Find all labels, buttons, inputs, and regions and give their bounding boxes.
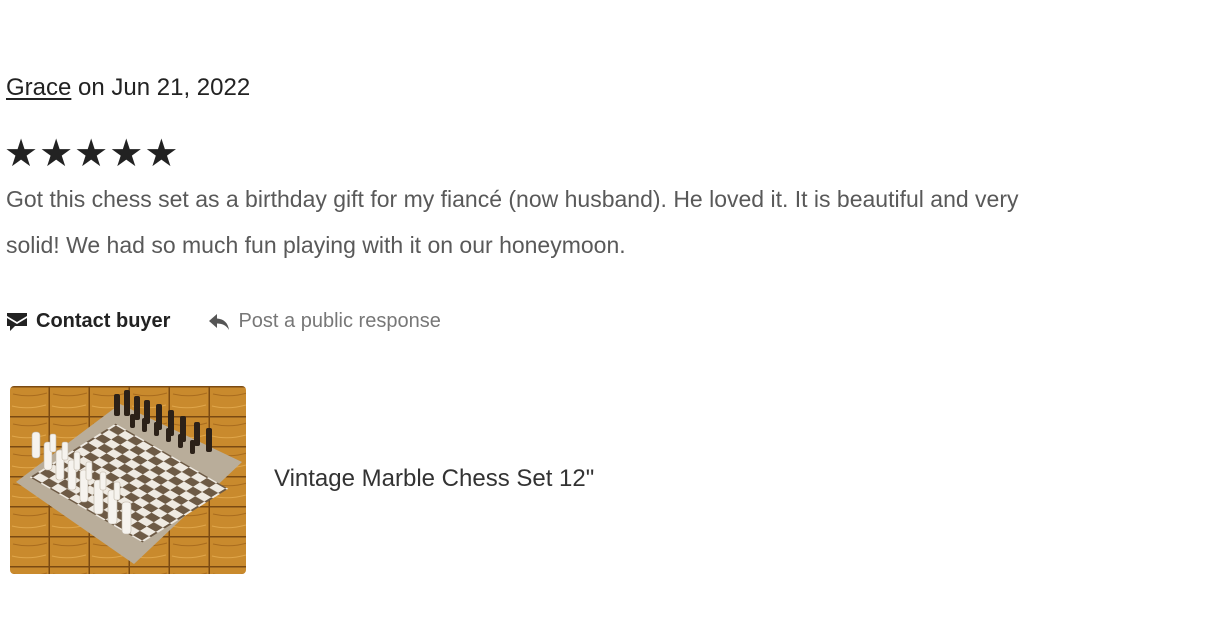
review-page: Grace on Jun 21, 2022 ★ ★ ★ ★ ★ Got this… — [0, 0, 1222, 640]
review-text-line: solid! We had so much fun playing with i… — [6, 232, 626, 258]
review-date: on Jun 21, 2022 — [71, 74, 251, 101]
star-icon: ★ — [109, 133, 144, 175]
star-icon: ★ — [39, 133, 74, 175]
reply-icon — [208, 313, 230, 331]
review-actions: Contact buyer Post a public response — [6, 310, 441, 333]
contact-buyer-button[interactable]: Contact buyer — [6, 310, 170, 333]
review-text-line: Got this chess set as a birthday gift fo… — [6, 186, 1019, 212]
reviewer-name-link[interactable]: Grace — [6, 74, 71, 101]
reviewed-product-link[interactable]: Vintage Marble Chess Set 12" — [10, 386, 594, 574]
message-icon — [6, 312, 28, 332]
chess-set-thumbnail[interactable] — [10, 386, 246, 574]
star-icon: ★ — [144, 133, 179, 175]
post-public-response-button[interactable]: Post a public response — [208, 310, 441, 333]
star-icon: ★ — [4, 133, 39, 175]
review-meta: Grace on Jun 21, 2022 — [6, 74, 250, 102]
post-public-response-label: Post a public response — [238, 310, 441, 332]
product-title[interactable]: Vintage Marble Chess Set 12" — [274, 465, 594, 493]
star-rating: ★ ★ ★ ★ ★ — [4, 134, 178, 174]
star-icon: ★ — [74, 133, 109, 175]
contact-buyer-label: Contact buyer — [36, 310, 171, 332]
review-text: Got this chess set as a birthday gift fo… — [6, 176, 1222, 268]
